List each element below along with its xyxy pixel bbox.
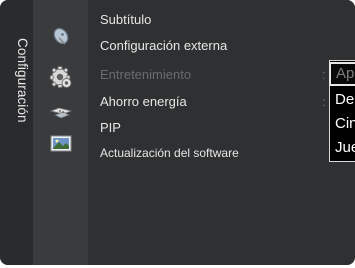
satellite-dish-icon[interactable] xyxy=(33,26,88,48)
menu-item-configuracion-externa[interactable]: Configuración externa xyxy=(100,38,227,53)
option-deportes[interactable]: Deportes xyxy=(330,88,355,112)
gear-icon[interactable] xyxy=(33,64,88,90)
category-band: Configuración xyxy=(0,0,33,265)
tv-menu-frame: Configuración Subtítulo Configuración ex… xyxy=(0,0,355,265)
option-cine[interactable]: Cine xyxy=(330,112,355,136)
settings-screen: Configuración Subtítulo Configuración ex… xyxy=(0,0,355,268)
entretenimiento-separator: : xyxy=(322,67,326,82)
menu-item-entretenimiento[interactable]: Entretenimiento xyxy=(100,67,191,82)
menu-item-subtitulo[interactable]: Subtítulo xyxy=(100,12,151,27)
category-title: Configuración xyxy=(15,37,30,123)
ahorro-energia-separator: : xyxy=(322,94,326,109)
settings-menu: Subtítulo Configuración externa Entreten… xyxy=(88,0,355,265)
menu-item-pip[interactable]: PIP xyxy=(100,120,121,135)
remote-control-icon[interactable] xyxy=(33,105,88,123)
entretenimiento-dropdown: Apagado Deportes Cine Juegos xyxy=(329,60,355,162)
menu-item-ahorro-energia[interactable]: Ahorro energía xyxy=(100,94,187,109)
menu-item-actualizacion-software[interactable]: Actualización del software xyxy=(100,146,239,160)
option-juegos[interactable]: Juegos xyxy=(330,136,355,160)
option-apagado[interactable]: Apagado xyxy=(329,62,355,86)
picture-icon[interactable] xyxy=(33,133,88,155)
category-icon-column xyxy=(33,0,88,265)
